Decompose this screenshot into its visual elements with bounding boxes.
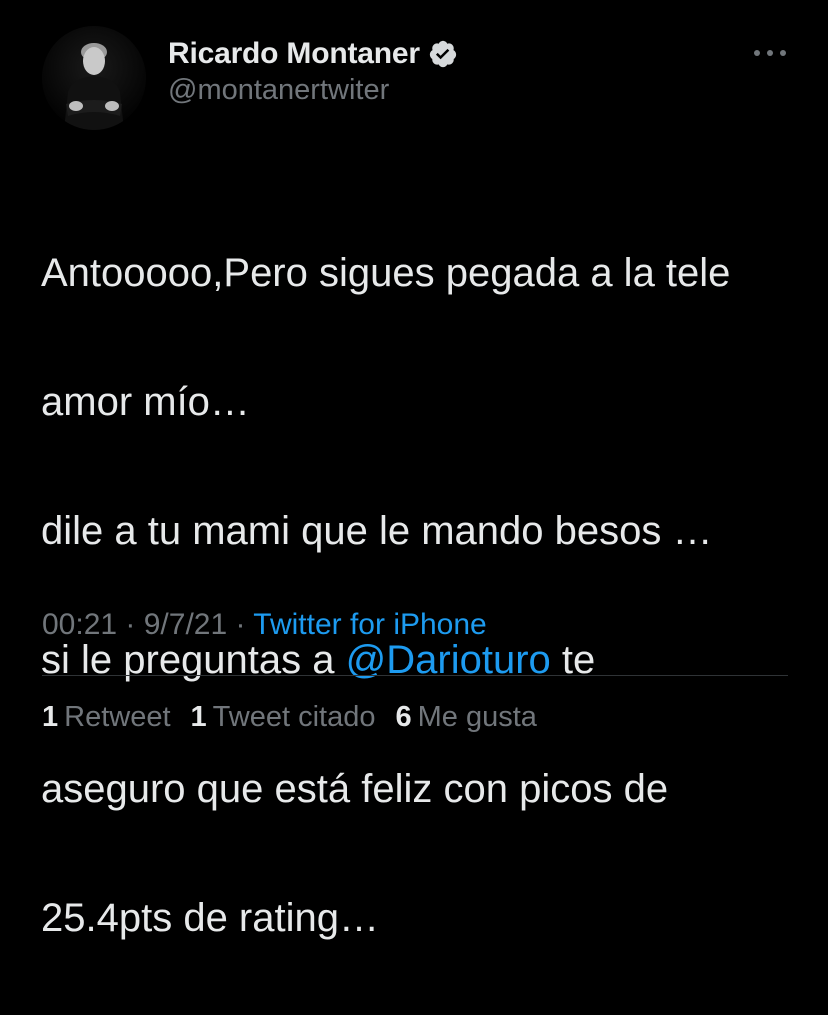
like-count: 6 [395,701,412,733]
tweet-line: Antooooo,Pero sigues pegada a la tele [41,250,731,295]
retweet-label: Retweet [64,701,171,733]
verified-badge-icon [428,39,458,69]
avatar[interactable] [42,26,146,130]
tweet-meta: 00:21 · 9/7/21 · Twitter for iPhone [42,608,487,642]
tweet-detail: Ricardo Montaner @montanertwiter Antoooo… [0,0,828,940]
meta-separator: · [117,608,144,641]
tweet-date[interactable]: 9/7/21 [144,608,227,641]
like-label: Me gusta [417,701,537,733]
tweet-line: amor mío… [41,379,250,424]
tweet-text: Antooooo,Pero sigues pegada a la tele am… [41,176,811,1015]
more-horizontal-icon [754,50,786,56]
likes-stat[interactable]: 6 Me gusta [396,701,537,734]
meta-separator: · [227,608,254,641]
author-name-row[interactable]: Ricardo Montaner [168,34,458,74]
tweet-line: dile a tu mami que le mando besos … [41,508,713,553]
retweet-count: 1 [42,701,59,733]
quote-tweets-stat[interactable]: 1 Tweet citado [191,701,376,734]
quote-label: Tweet citado [212,701,376,733]
engagement-stats: 1 Retweet 1 Tweet citado 6 Me gusta [42,701,537,734]
tweet-line: aseguro que está feliz con picos de [41,766,669,811]
quote-count: 1 [190,701,207,733]
author-handle[interactable]: @montanertwiter [168,74,389,107]
tweet-source-link[interactable]: Twitter for iPhone [253,608,486,641]
profile-photo-icon [42,26,146,130]
more-options-button[interactable] [748,36,792,70]
author-display-name[interactable]: Ricardo Montaner [168,37,420,71]
divider [42,675,788,676]
tweet-line: 25.4pts de rating… [41,895,379,940]
tweet-time[interactable]: 00:21 [42,608,117,641]
retweets-stat[interactable]: 1 Retweet [42,701,171,734]
